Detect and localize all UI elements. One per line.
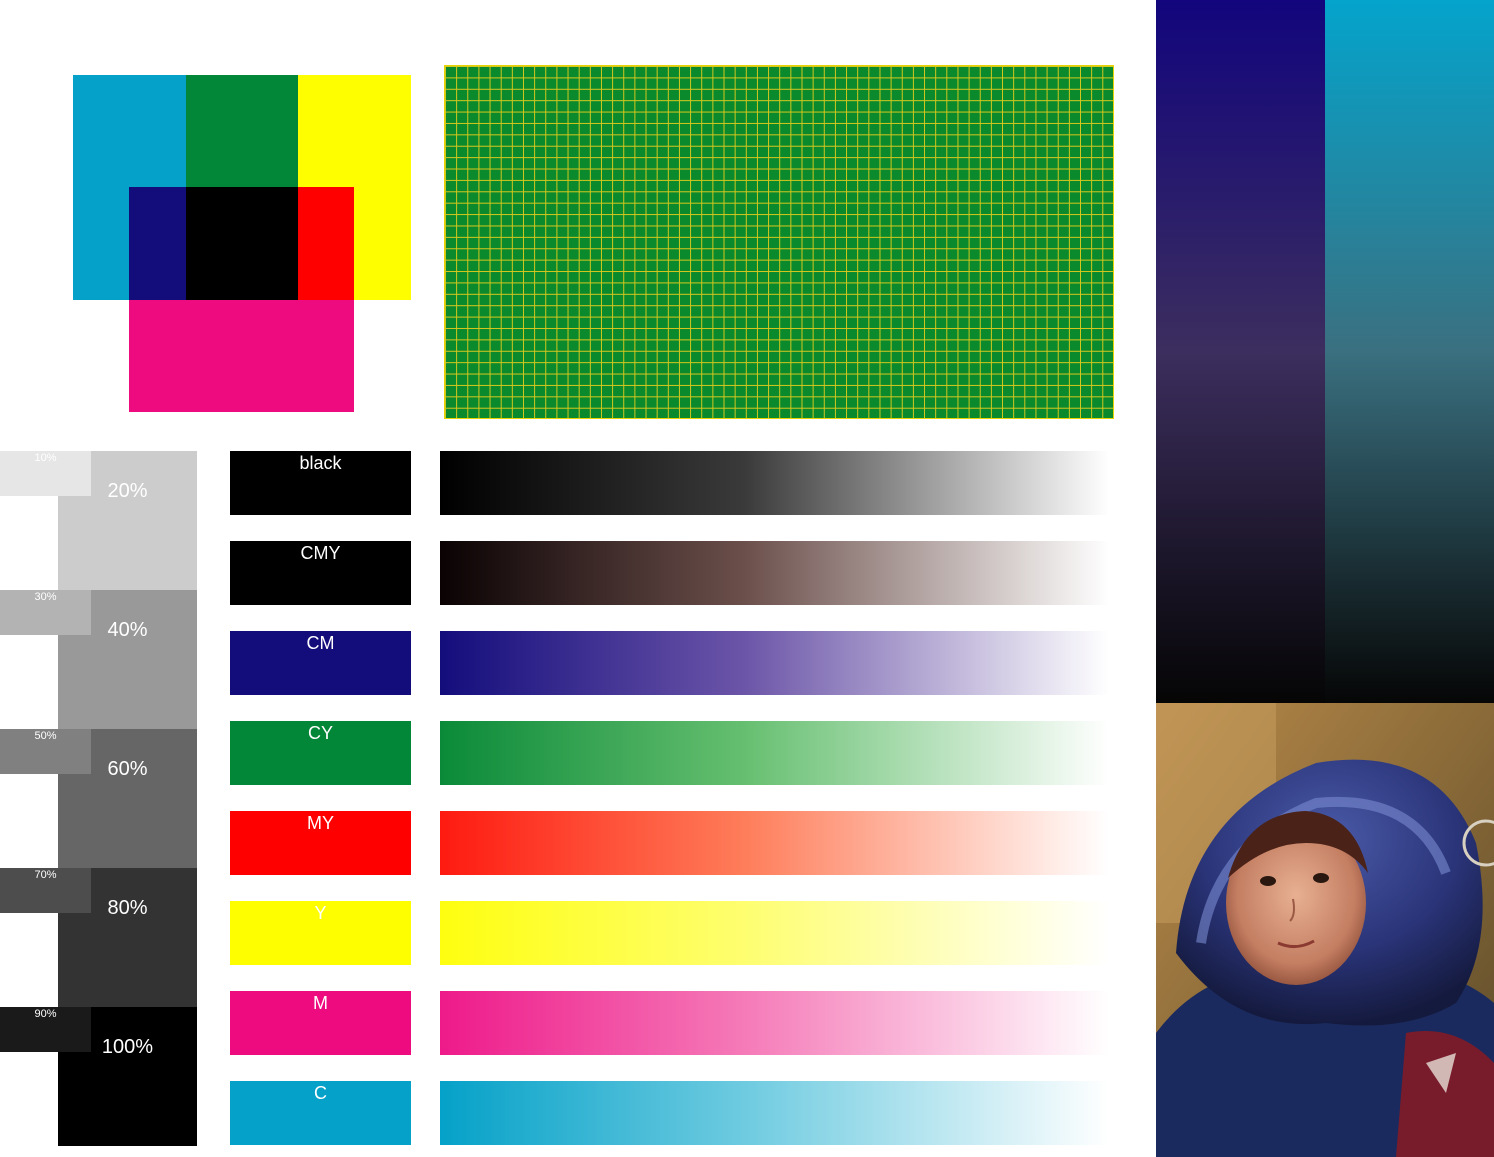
black-overlap-patch — [186, 187, 298, 300]
green-patch — [186, 75, 298, 187]
color-ramp-m — [440, 991, 1116, 1055]
gray-step-large-label: 40% — [107, 619, 148, 641]
child-photo — [1156, 703, 1494, 1157]
color-ramp-y — [440, 901, 1116, 965]
red-overlap-patch — [298, 187, 354, 300]
photo-image — [1156, 703, 1494, 1157]
registration-grid — [444, 65, 1114, 419]
color-ramp-my — [440, 811, 1116, 875]
gray-step-large-label: 100% — [101, 1036, 154, 1058]
blue-black-vertical-gradient — [1156, 0, 1325, 703]
blue-overlap-patch — [129, 187, 186, 300]
gray-step-small-label: 30% — [34, 591, 57, 603]
gray-step-small-label: 70% — [34, 869, 57, 881]
color-ramp-c — [440, 1081, 1116, 1145]
gray-step-small-label: 10% — [34, 452, 57, 464]
color-swatch-label: CY — [307, 723, 333, 743]
color-ramp-black — [440, 451, 1116, 515]
color-ramp-cy — [440, 721, 1116, 785]
color-swatch-label: CM — [306, 633, 335, 653]
color-swatch-my: MY — [230, 811, 411, 875]
color-swatch-label: C — [314, 1083, 327, 1103]
color-swatch-black: black — [230, 451, 411, 515]
color-swatch-cy: CY — [230, 721, 411, 785]
cyan-black-vertical-gradient — [1325, 0, 1494, 703]
color-swatch-label: MY — [307, 813, 334, 833]
color-swatch-c: C — [230, 1081, 411, 1145]
magenta-patch — [129, 300, 354, 412]
color-swatch-m: M — [230, 991, 411, 1055]
color-swatch-label: Y — [314, 903, 327, 923]
color-swatch-cm: CM — [230, 631, 411, 695]
color-swatch-label: CMY — [300, 543, 341, 563]
gray-step-small-label: 50% — [34, 730, 57, 742]
color-swatch-y: Y — [230, 901, 411, 965]
color-ramp-cmy — [440, 541, 1116, 605]
color-swatch-label: black — [299, 453, 342, 473]
gray-step-large-label: 20% — [107, 480, 148, 502]
color-ramp-cm — [440, 631, 1116, 695]
cmy-overlap-chart — [73, 75, 411, 412]
color-swatch-label: M — [313, 993, 328, 1013]
gray-step-large-label: 60% — [107, 758, 148, 780]
gray-step-small-label: 90% — [34, 1008, 57, 1020]
gray-step-large-label: 80% — [107, 897, 148, 919]
color-swatch-cmy: CMY — [230, 541, 411, 605]
